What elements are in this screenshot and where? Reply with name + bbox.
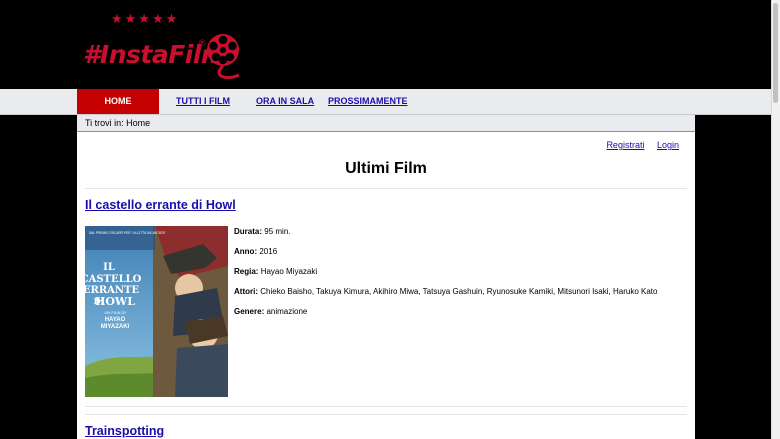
rating-stars: ★★★★★ <box>111 11 180 26</box>
nav-now-showing[interactable]: ORA IN SALA <box>256 89 314 114</box>
year-value: 2016 <box>259 247 278 256</box>
film-actors: Attori: Chieko Baisho, Takuya Kimura, Ak… <box>234 286 657 298</box>
divider <box>85 414 687 415</box>
poster-title-line: CASTELLO <box>85 274 142 285</box>
year-label: Anno: <box>234 247 258 256</box>
instafilm-logo[interactable]: ★★★★★ #InstaFilm ® <box>83 12 243 84</box>
main-navbar: HOME TUTTI I FILM ORA IN SALA PROSSIMAME… <box>0 89 772 115</box>
duration-label: Durata: <box>234 227 263 236</box>
breadcrumb-text: Ti trovi in: Home <box>85 118 151 128</box>
film-duration: Durata: 95 min. <box>234 226 290 238</box>
registered-mark: ® <box>199 38 206 48</box>
page-scrollbar[interactable] <box>771 0 780 439</box>
poster-director-line: MIYAZAKI <box>101 324 130 330</box>
duration-value: 95 min. <box>264 227 291 236</box>
auth-links: Registrati Login <box>596 140 679 150</box>
genre-label: Genere: <box>234 307 265 316</box>
site-header: ★★★★★ #InstaFilm ® <box>0 0 780 89</box>
nav-home[interactable]: HOME <box>77 89 159 114</box>
scrollbar-thumb[interactable] <box>773 3 778 103</box>
main-content: Registrati Login Ultimi Film Il castello… <box>77 132 695 439</box>
register-link[interactable]: Registrati <box>606 140 644 150</box>
film-title-link[interactable]: Trainspotting <box>85 424 164 438</box>
nav-all-films[interactable]: TUTTI I FILM <box>176 89 230 114</box>
poster-title-line: IL <box>103 262 115 273</box>
film-poster[interactable]: DAL PREMIO OSCAR® PER "LA CITTÀ INCANTAT… <box>85 226 228 397</box>
genre-value: animazione <box>266 307 308 316</box>
divider <box>85 406 687 407</box>
divider <box>85 188 687 189</box>
film-title-link[interactable]: Il castello errante di Howl <box>85 198 236 212</box>
actors-label: Attori: <box>234 287 258 296</box>
nav-coming-soon[interactable]: PROSSIMAMENTE <box>328 89 408 114</box>
film-reel-icon <box>207 34 240 80</box>
film-genre: Genere: animazione <box>234 306 307 318</box>
poster-tagline: DAL PREMIO OSCAR® PER "LA CITTÀ INCANTAT… <box>89 231 166 235</box>
poster-director-line: HAYAO <box>105 317 126 323</box>
poster-title-line: HOWL <box>95 295 135 308</box>
director-value: Hayao Miyazaki <box>260 267 318 276</box>
director-label: Regia: <box>234 267 259 276</box>
page-title: Ultimi Film <box>345 160 427 177</box>
film-director: Regia: Hayao Miyazaki <box>234 266 317 278</box>
login-link[interactable]: Login <box>657 140 679 150</box>
poster-director-line: UN FILM DI <box>104 310 125 315</box>
film-year: Anno: 2016 <box>234 246 277 258</box>
breadcrumb: Ti trovi in: Home <box>77 115 695 132</box>
actors-value: Chieko Baisho, Takuya Kimura, Akihiro Mi… <box>260 287 658 296</box>
